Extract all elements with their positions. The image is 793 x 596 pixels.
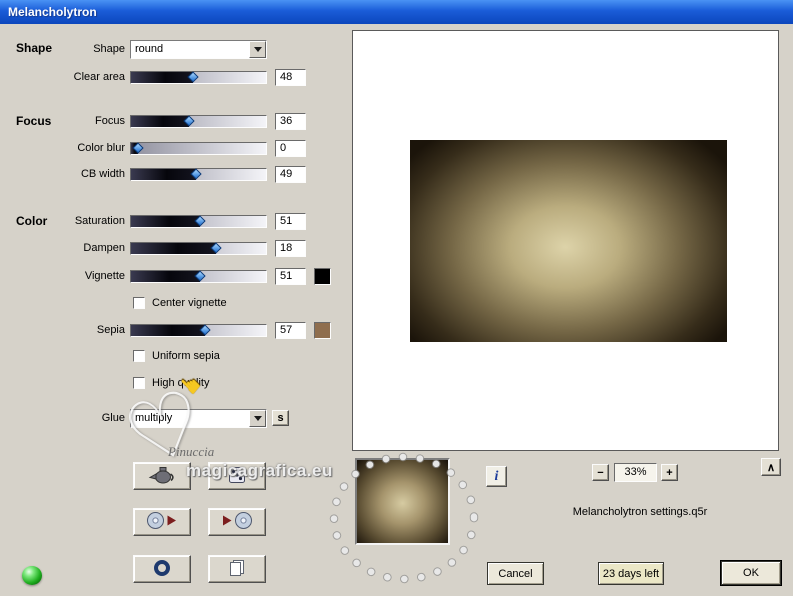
chevron-down-icon [253, 416, 262, 421]
sepia-value[interactable]: 57 [275, 322, 306, 339]
focus-slider-fill [131, 115, 195, 127]
info-icon: i [494, 468, 499, 484]
focus-value[interactable]: 36 [275, 113, 306, 130]
glue-dropdown[interactable]: multiply [130, 409, 267, 428]
uniform-sepia-checkbox[interactable] [133, 350, 145, 362]
preview-thumbnail[interactable] [355, 458, 450, 545]
cb-width-slider[interactable] [130, 168, 267, 181]
dampen-slider-handle[interactable] [210, 242, 222, 254]
hand-cursor-icon: ☛ [173, 366, 209, 402]
dampen-value[interactable]: 18 [275, 240, 306, 257]
high-quality-checkbox[interactable] [133, 377, 145, 389]
titlebar[interactable]: Melancholytron [0, 0, 793, 24]
glue-aux-button[interactable]: s [272, 410, 289, 426]
sepia-slider-fill [131, 324, 211, 336]
uniform-sepia-label: Uniform sepia [152, 350, 220, 362]
glue-dropdown-button[interactable] [249, 410, 266, 427]
glue-label: Glue [101, 412, 125, 424]
surprise-button[interactable] [133, 462, 191, 490]
preview-image[interactable] [410, 140, 727, 342]
save-settings-button[interactable] [208, 508, 266, 536]
clear-area-slider-handle[interactable] [187, 71, 199, 83]
chevron-down-icon [253, 47, 262, 52]
dice-icon [228, 466, 246, 487]
teapot-icon [148, 465, 176, 487]
color-blur-slider-handle[interactable] [132, 142, 144, 154]
color-blur-value[interactable]: 0 [275, 140, 306, 157]
info-button[interactable]: i [486, 466, 507, 487]
saturation-value[interactable]: 51 [275, 213, 306, 230]
cancel-button[interactable]: Cancel [487, 562, 544, 585]
thumbnail-image [357, 460, 448, 543]
vignette-color-swatch[interactable] [314, 268, 331, 285]
copy-settings-button[interactable] [208, 555, 266, 583]
dampen-label: Dampen [83, 242, 125, 254]
pages-icon [228, 559, 246, 580]
focus-slider[interactable] [130, 115, 267, 128]
window-title: Melancholytron [8, 5, 97, 19]
saturation-label: Saturation [74, 215, 125, 227]
ring-icon [153, 559, 171, 580]
center-vignette-checkbox[interactable] [133, 297, 145, 309]
saturation-slider-fill [131, 215, 206, 227]
cb-width-slider-handle[interactable] [190, 168, 202, 180]
settings-filename: Melancholytron settings.q5r [572, 506, 708, 518]
shape-dropdown-value: round [135, 43, 164, 55]
zoom-in-button[interactable]: + [661, 464, 678, 481]
zoom-level-field: 33% [614, 463, 657, 482]
dampen-slider[interactable] [130, 242, 267, 255]
gamble-button[interactable] [208, 462, 266, 490]
melancholytron-dialog: Melancholytron Shape Focus Color Shape r… [0, 0, 793, 596]
watermark-name: Pinuccia [168, 444, 215, 459]
clear-area-slider-fill [131, 71, 199, 83]
shape-label: Shape [93, 43, 125, 55]
focus-slider-handle[interactable] [183, 115, 195, 127]
focus-label: Focus [95, 115, 125, 127]
ok-button[interactable]: OK [721, 561, 781, 585]
saturation-slider-handle[interactable] [194, 215, 206, 227]
sepia-slider-handle[interactable] [199, 324, 211, 336]
clear-area-value[interactable]: 48 [275, 69, 306, 86]
zoom-out-button[interactable]: − [592, 464, 609, 481]
vignette-slider-fill [131, 270, 206, 282]
vignette-slider-handle[interactable] [194, 270, 206, 282]
clear-area-label: Clear area [73, 71, 125, 83]
clear-area-slider[interactable] [130, 71, 267, 84]
cb-width-value[interactable]: 49 [275, 166, 306, 183]
shape-dropdown-button[interactable] [249, 41, 266, 58]
cb-width-label: CB width [80, 168, 125, 180]
color-blur-slider-fill [131, 142, 144, 154]
sepia-label: Sepia [96, 324, 125, 336]
center-vignette-label: Center vignette [152, 297, 227, 309]
vignette-value[interactable]: 51 [275, 268, 306, 285]
dampen-slider-fill [131, 242, 222, 254]
collapse-button[interactable]: ∧ [761, 458, 781, 476]
color-blur-slider[interactable] [130, 142, 267, 155]
glue-dropdown-value: multiply [135, 412, 173, 424]
load-settings-button[interactable] [133, 508, 191, 536]
cb-width-slider-fill [131, 168, 202, 180]
vignette-slider[interactable] [130, 270, 267, 283]
vignette-label: Vignette [84, 270, 125, 282]
days-left-button[interactable]: 23 days left [598, 562, 664, 585]
shape-dropdown[interactable]: round [130, 40, 267, 59]
sepia-slider[interactable] [130, 324, 267, 337]
cd-play-icon [146, 511, 178, 533]
play-cd-icon [221, 511, 253, 533]
gem-icon[interactable] [22, 566, 42, 585]
sepia-color-swatch[interactable] [314, 322, 331, 339]
preview-panel[interactable] [352, 30, 779, 451]
saturation-slider[interactable] [130, 215, 267, 228]
color-blur-label: Color blur [77, 142, 125, 154]
reset-button[interactable] [133, 555, 191, 583]
